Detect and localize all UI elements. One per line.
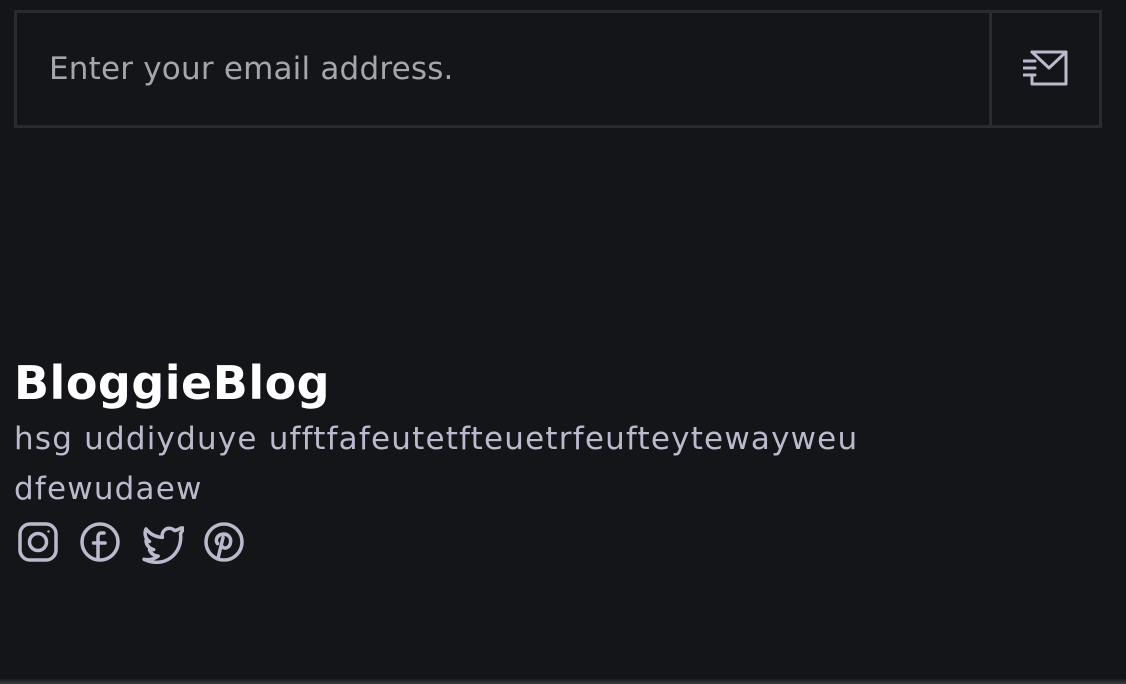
page-bottom-border [0, 679, 1126, 684]
email-input[interactable] [17, 13, 989, 125]
brand-name: BloggieBlog [14, 356, 331, 410]
facebook-icon [80, 522, 120, 562]
instagram-link[interactable] [16, 520, 60, 564]
facebook-link[interactable] [78, 520, 122, 564]
newsletter-form [14, 10, 1102, 128]
footer-brand: BloggieBlog hsg uddiyduye ufftfafeutetft… [14, 352, 1104, 514]
pinterest-icon [204, 522, 244, 562]
brand-description: hsg uddiyduye ufftfafeutetfteuetrfeuftey… [14, 421, 859, 507]
instagram-icon [18, 522, 58, 562]
twitter-link[interactable] [140, 520, 184, 564]
twitter-icon [142, 526, 184, 564]
send-mail-icon [1022, 49, 1069, 90]
pinterest-link[interactable] [202, 520, 246, 564]
page: BloggieBlog hsg uddiyduye ufftfafeutetft… [0, 0, 1126, 684]
subscribe-button[interactable] [989, 13, 1099, 125]
social-links [16, 520, 246, 564]
